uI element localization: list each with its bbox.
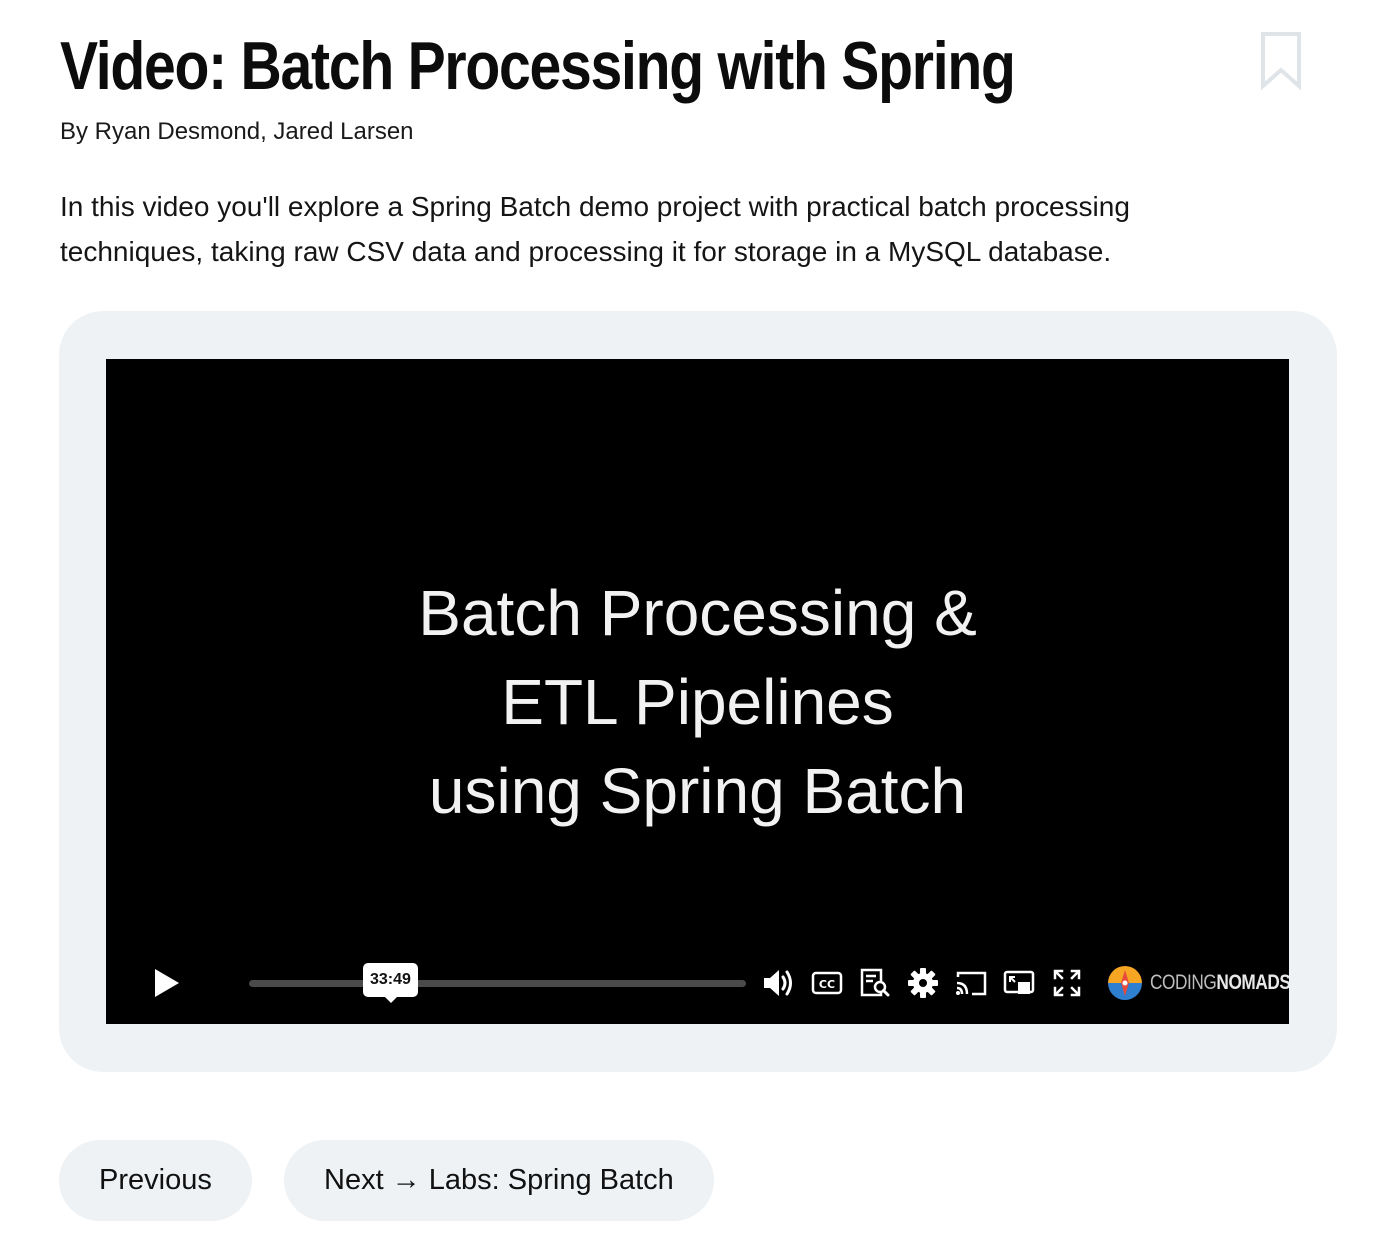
volume-button[interactable] [759, 963, 799, 1003]
description: In this video you'll explore a Spring Ba… [60, 191, 1130, 267]
svg-text:CC: CC [819, 978, 835, 991]
duration-tooltip: 33:49 [363, 963, 418, 1003]
next-button[interactable]: Next → Labs: Spring Batch [284, 1140, 714, 1221]
video-frame: Batch Processing & ETL Pipelines using S… [59, 311, 1337, 1072]
cast-button[interactable] [951, 963, 991, 1003]
picture-in-picture-icon [1003, 970, 1035, 994]
gear-icon [908, 968, 938, 998]
brand-name: CODINGNOMADS [1150, 971, 1289, 994]
video-slide-text: Batch Processing & ETL Pipelines using S… [106, 569, 1289, 836]
slide-line: using Spring Batch [428, 755, 967, 827]
authors: By Ryan Desmond, Jared Larsen [60, 118, 414, 145]
play-button[interactable] [146, 963, 186, 1003]
progress-bar[interactable]: 33:49 [249, 963, 746, 1003]
video-controls: 33:49 CC CODINGNOMADS [106, 949, 1289, 1013]
slide-line: Batch Processing & [418, 577, 977, 649]
play-icon [155, 969, 179, 997]
transcript-button[interactable] [855, 963, 895, 1003]
lesson-page: Video: Batch Processing with Spring By R… [0, 0, 1382, 1254]
title-row: Video: Batch Processing with Spring [60, 18, 1322, 114]
volume-icon [764, 970, 792, 996]
brand-logo[interactable]: CODINGNOMADS [1106, 963, 1289, 1003]
cc-icon: CC [811, 971, 843, 995]
slide-line: ETL Pipelines [501, 666, 894, 738]
pip-button[interactable] [999, 963, 1039, 1003]
captions-button[interactable]: CC [807, 963, 847, 1003]
fullscreen-button[interactable] [1047, 963, 1087, 1003]
video-player[interactable]: Batch Processing & ETL Pipelines using S… [106, 359, 1289, 1024]
previous-button[interactable]: Previous [59, 1140, 252, 1221]
compass-logo-icon [1108, 966, 1142, 1000]
bookmark-button[interactable] [1258, 30, 1304, 92]
page-title: Video: Batch Processing with Spring [60, 28, 1016, 104]
fullscreen-icon [1053, 969, 1081, 997]
transcript-search-icon [860, 968, 890, 997]
cast-icon [956, 971, 987, 996]
settings-button[interactable] [903, 963, 943, 1003]
bookmark-icon [1261, 32, 1301, 91]
